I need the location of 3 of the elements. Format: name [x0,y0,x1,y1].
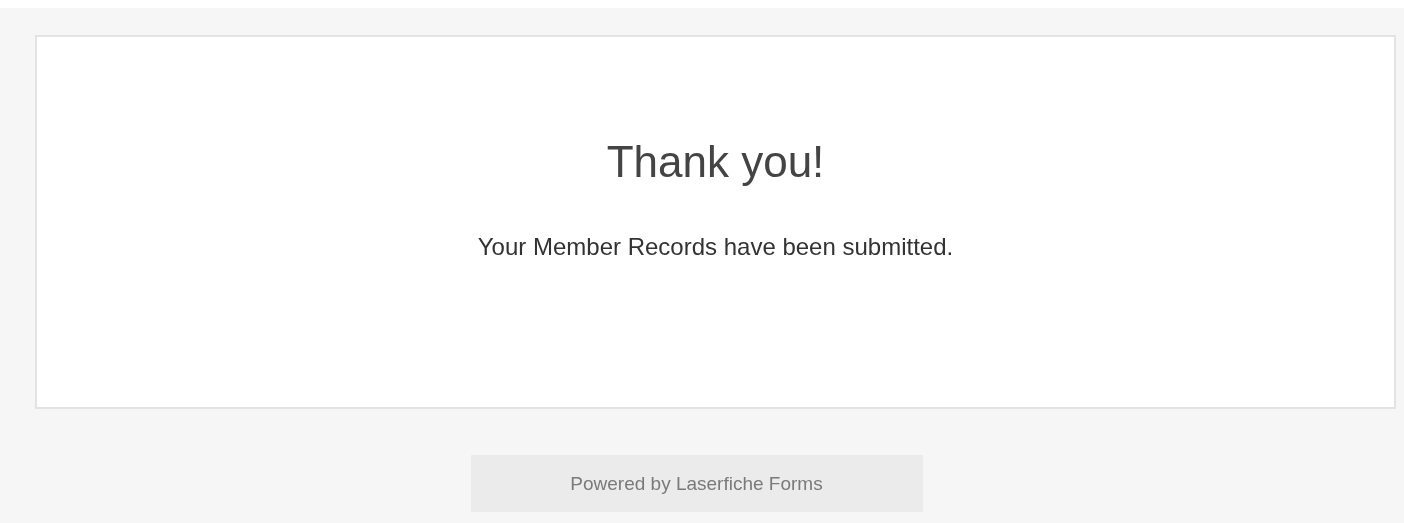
powered-by-footer: Powered by Laserfiche Forms [470,455,923,512]
thank-you-heading: Thank you! [606,137,825,187]
confirmation-message: Your Member Records have been submitted. [477,233,954,261]
